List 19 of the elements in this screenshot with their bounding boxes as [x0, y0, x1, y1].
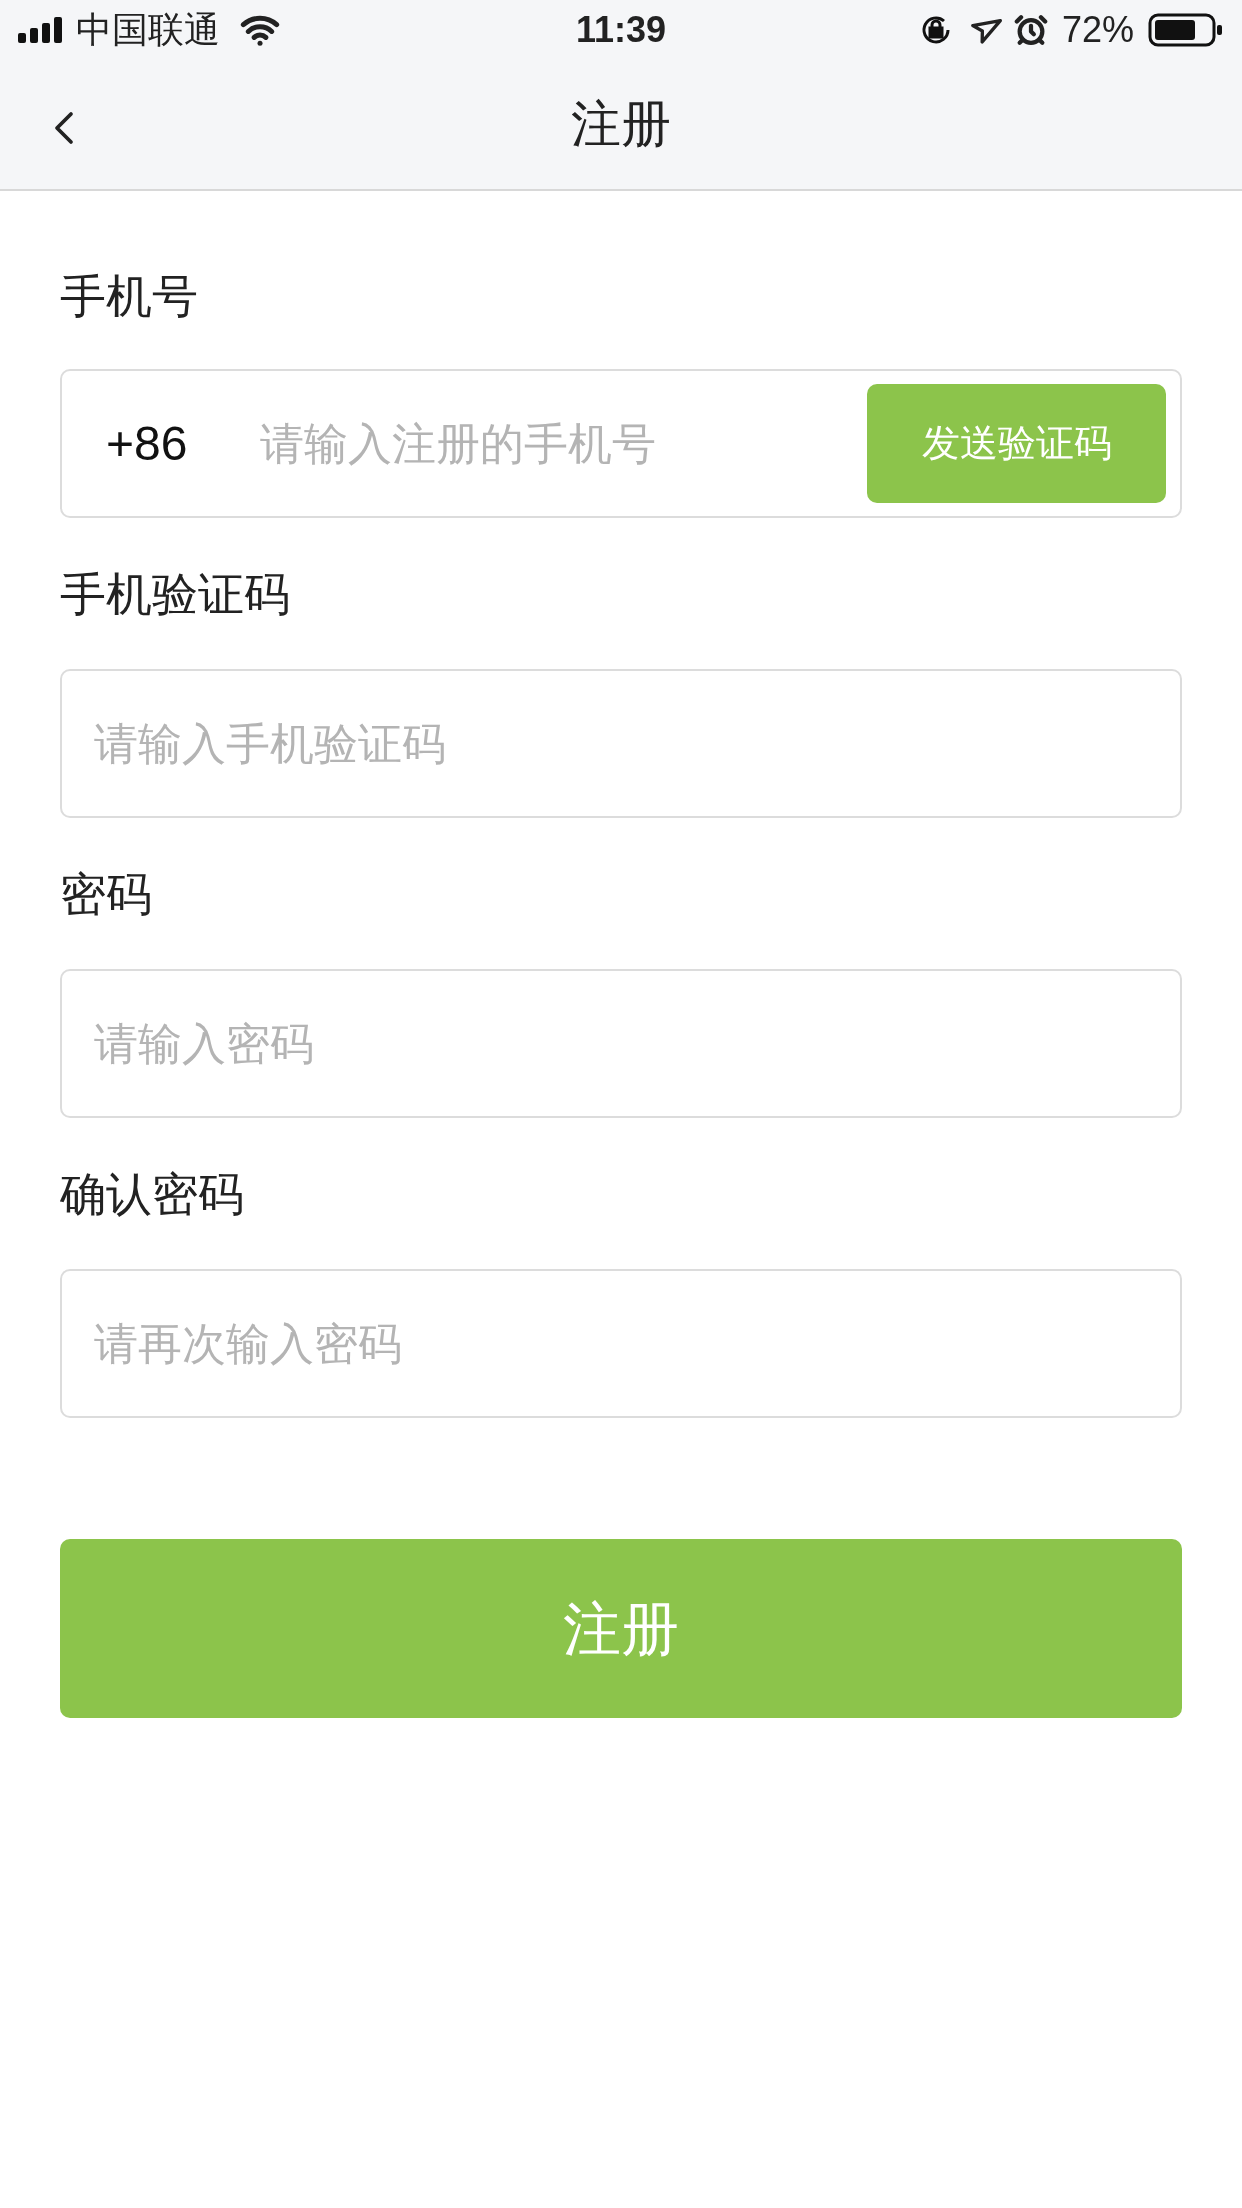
- status-time: 11:39: [575, 8, 667, 52]
- input-field[interactable]: 请输入密码: [60, 969, 1182, 1118]
- battery-icon: [1148, 13, 1224, 47]
- input-field[interactable]: 请输入手机验证码: [60, 669, 1182, 818]
- alarm-icon: [1013, 13, 1048, 47]
- phone-input[interactable]: 请输入注册的手机号: [260, 410, 867, 477]
- input-field[interactable]: 请再次输入密码: [60, 1269, 1182, 1418]
- register-button[interactable]: 注册: [60, 1539, 1182, 1718]
- carrier-name: 中国联通: [76, 8, 220, 52]
- send-code-button[interactable]: 发送验证码: [867, 384, 1166, 503]
- country-code: +86: [105, 415, 189, 472]
- signal-icon: [18, 17, 64, 43]
- field-label: 确认密码: [60, 1166, 245, 1222]
- battery-percent: 72%: [1061, 8, 1134, 52]
- page-title: 注册: [571, 95, 671, 154]
- field-label: 密码: [60, 866, 153, 922]
- field-label: 手机验证码: [60, 566, 291, 622]
- field-label: 手机号: [60, 268, 199, 324]
- phone-field[interactable]: +86 请输入注册的手机号 发送验证码: [60, 369, 1182, 518]
